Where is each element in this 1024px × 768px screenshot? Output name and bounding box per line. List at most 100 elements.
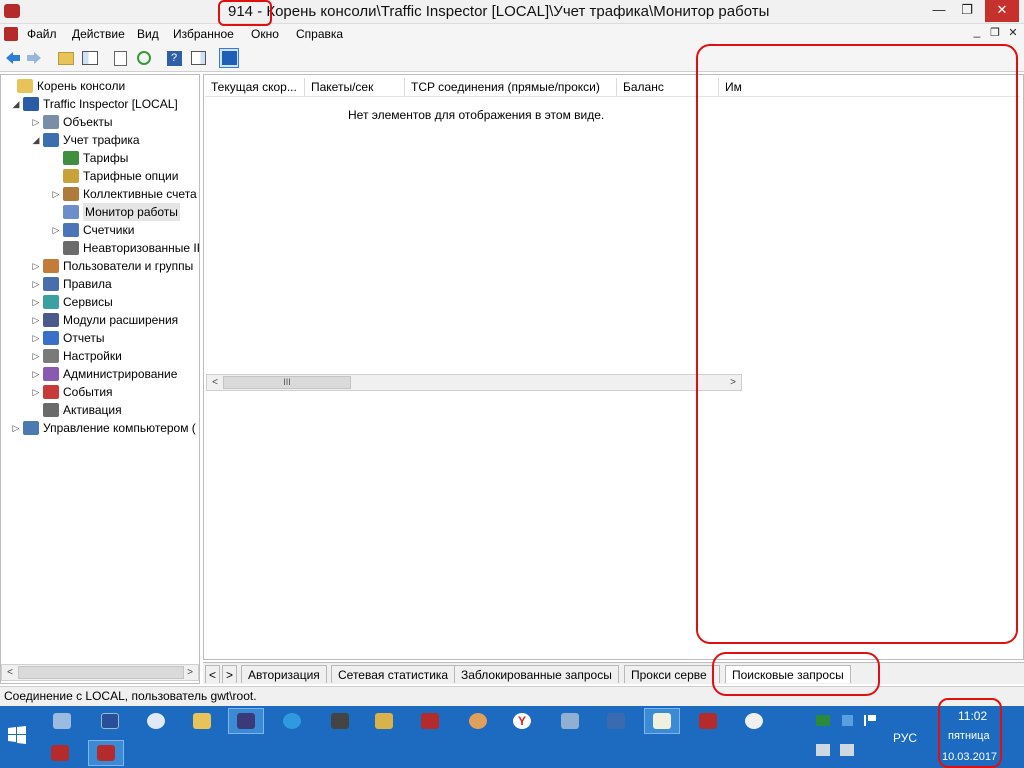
- inner-restore-button[interactable]: ❐: [986, 24, 1004, 42]
- taskbar-app-10[interactable]: [460, 708, 496, 734]
- taskbar-app-3[interactable]: [138, 708, 174, 734]
- tree-expand-toggle[interactable]: ◢: [11, 95, 21, 113]
- taskbar-notepad[interactable]: [644, 708, 680, 734]
- tree-scroll-thumb[interactable]: [18, 666, 184, 679]
- tree-item[interactable]: ◢ Учет трафика: [31, 131, 140, 149]
- tab-authorization[interactable]: Авторизация: [241, 665, 327, 683]
- tree-expand-toggle[interactable]: ▷: [11, 419, 21, 437]
- tree-hscrollbar[interactable]: < >: [1, 664, 199, 681]
- list-scroll-thumb[interactable]: III: [223, 376, 351, 389]
- tray-network-monitor-icon[interactable]: [816, 715, 830, 726]
- taskbar-save-app[interactable]: [228, 708, 264, 734]
- tray-flag-icon[interactable]: [864, 715, 876, 726]
- taskbar-explorer[interactable]: [184, 708, 220, 734]
- minimize-button[interactable]: —: [925, 0, 953, 22]
- taskbar-app-7[interactable]: [322, 708, 358, 734]
- view-toggle-button[interactable]: [219, 48, 239, 68]
- tree-expand-toggle[interactable]: ▷: [31, 347, 41, 365]
- tree-item[interactable]: Тарифные опции: [51, 167, 178, 185]
- restore-button[interactable]: ❐: [953, 0, 981, 22]
- menu-file[interactable]: Файл: [27, 27, 57, 41]
- tree-item[interactable]: Активация: [31, 401, 122, 419]
- refresh-button[interactable]: [134, 48, 154, 68]
- language-indicator[interactable]: РУС: [893, 731, 917, 745]
- inner-close-button[interactable]: ✕: [1004, 24, 1022, 42]
- tree-item[interactable]: ▷ События: [31, 383, 113, 401]
- column-header-packets[interactable]: Пакеты/сек: [305, 78, 405, 96]
- counters-icon: [63, 223, 79, 237]
- objects-icon: [43, 115, 59, 129]
- column-header-speed[interactable]: Текущая скор...: [205, 78, 305, 96]
- tree-item[interactable]: ▷ Отчеты: [31, 329, 104, 347]
- taskbar-clock-app[interactable]: [736, 708, 772, 734]
- app-icon[interactable]: [4, 4, 20, 18]
- menu-window[interactable]: Окно: [251, 27, 279, 41]
- tree-expand-toggle[interactable]: ◢: [31, 131, 41, 149]
- inner-minimize-button[interactable]: _: [968, 24, 986, 42]
- tree-item[interactable]: ▷ Коллективные счета: [51, 185, 197, 203]
- tree-item[interactable]: ▷ Модули расширения: [31, 311, 178, 329]
- taskbar-app-13[interactable]: [598, 708, 634, 734]
- list-scroll-left-arrow[interactable]: <: [207, 375, 223, 390]
- mmc-menu-icon[interactable]: [4, 27, 18, 41]
- tree-item[interactable]: ▷ Настройки: [31, 347, 122, 365]
- tree-item[interactable]: ▷ Счетчики: [51, 221, 134, 239]
- menu-action[interactable]: Действие: [72, 27, 125, 41]
- tree-item[interactable]: ▷ Сервисы: [31, 293, 113, 311]
- tab-proxy-server[interactable]: Прокси серве: [624, 665, 720, 683]
- tree-expand-toggle[interactable]: ▷: [31, 113, 41, 131]
- tree-expand-toggle[interactable]: ▷: [31, 365, 41, 383]
- taskbar-ie[interactable]: [274, 708, 310, 734]
- tree-item[interactable]: Тарифы: [51, 149, 128, 167]
- scroll-right-arrow[interactable]: >: [182, 665, 198, 680]
- properties-button[interactable]: [110, 48, 130, 68]
- forward-button[interactable]: [24, 48, 44, 68]
- tree-expand-toggle[interactable]: ▷: [31, 257, 41, 275]
- show-hide-tree-button[interactable]: [80, 48, 100, 68]
- close-button[interactable]: ✕: [985, 0, 1019, 22]
- show-action-pane-button[interactable]: [188, 48, 208, 68]
- list-hscrollbar[interactable]: < III >: [206, 374, 742, 391]
- column-header-tcp[interactable]: TCP соединения (прямые/прокси): [405, 78, 617, 96]
- tree-item[interactable]: Монитор работы: [51, 203, 180, 221]
- tree-expand-toggle[interactable]: ▷: [51, 221, 61, 239]
- taskbar-traffic-inspector-1[interactable]: [412, 708, 448, 734]
- taskbar-app-12[interactable]: [552, 708, 588, 734]
- taskbar-traffic-inspector-4[interactable]: [88, 740, 124, 766]
- tree-expand-toggle[interactable]: ▷: [31, 311, 41, 329]
- tray-network-icon[interactable]: [816, 744, 830, 756]
- scroll-left-arrow[interactable]: <: [2, 665, 18, 680]
- tree-item[interactable]: Неавторизованные IP: [51, 239, 199, 257]
- tree-expand-toggle[interactable]: ▷: [31, 275, 41, 293]
- tabs-next-button[interactable]: >: [222, 665, 238, 683]
- tab-blocked-requests[interactable]: Заблокированные запросы: [454, 665, 619, 683]
- tray-volume-muted-icon[interactable]: [840, 744, 854, 756]
- menu-help[interactable]: Справка: [296, 27, 343, 41]
- menu-favorites[interactable]: Избранное: [173, 27, 234, 41]
- tree-expand-toggle[interactable]: ▷: [31, 383, 41, 401]
- tree-item[interactable]: ◢ Traffic Inspector [LOCAL]: [11, 95, 178, 113]
- taskbar-traffic-inspector-3[interactable]: [42, 740, 78, 766]
- tree-item[interactable]: ▷ Администрирование: [31, 365, 177, 383]
- tree-item[interactable]: ▷ Пользователи и группы: [31, 257, 193, 275]
- taskbar-yandex[interactable]: Y: [504, 708, 540, 734]
- taskbar-powershell[interactable]: [92, 708, 128, 734]
- taskbar-app-8[interactable]: [366, 708, 402, 734]
- tree-item[interactable]: ▷ Управление компьютером (: [11, 419, 196, 437]
- tree-expand-toggle[interactable]: ▷: [31, 293, 41, 311]
- up-folder-button[interactable]: [56, 48, 76, 68]
- tray-app-icon[interactable]: [842, 715, 853, 726]
- back-button[interactable]: [3, 48, 23, 68]
- tree-expand-toggle[interactable]: ▷: [51, 185, 61, 203]
- help-button[interactable]: ?: [164, 48, 184, 68]
- tree-expand-toggle[interactable]: ▷: [31, 329, 41, 347]
- taskbar-traffic-inspector-2[interactable]: [690, 708, 726, 734]
- tab-network-stats[interactable]: Сетевая статистика: [331, 665, 456, 683]
- tree-item[interactable]: ▷ Правила: [31, 275, 112, 293]
- tabs-prev-button[interactable]: <: [205, 665, 221, 683]
- menu-view[interactable]: Вид: [137, 27, 159, 41]
- tree-item[interactable]: Корень консоли: [5, 77, 125, 95]
- tree-item[interactable]: ▷ Объекты: [31, 113, 113, 131]
- taskbar-server-manager[interactable]: [44, 708, 80, 734]
- start-button[interactable]: [8, 726, 28, 746]
